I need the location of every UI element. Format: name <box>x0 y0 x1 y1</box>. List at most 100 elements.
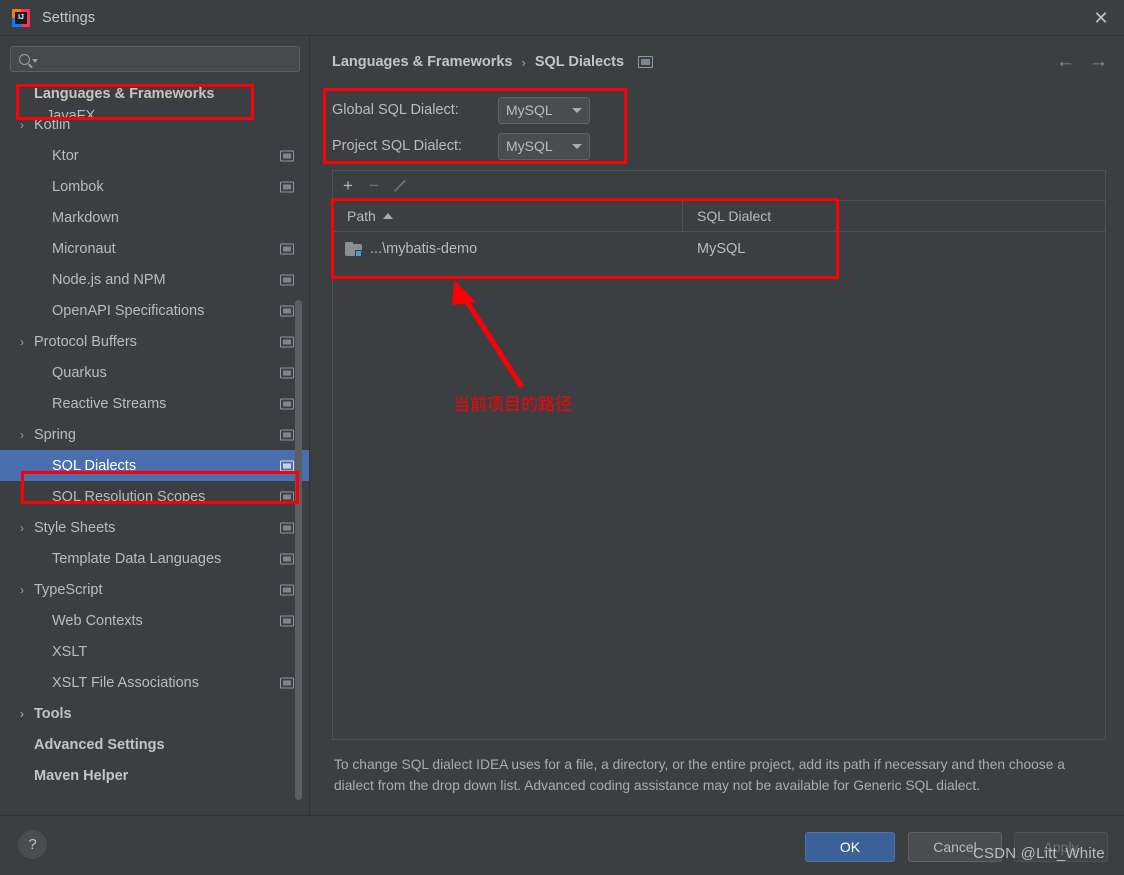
intellij-idea-icon: IJ <box>12 8 30 27</box>
settings-tree: Languages & Frameworks › Kotlin Ktor Lombok M… <box>0 78 310 791</box>
chevron-right-icon[interactable]: › <box>14 429 30 441</box>
cell-path-label: ...\mybatis-demo <box>370 241 478 257</box>
sidebar-item-tools[interactable]: › Tools <box>0 698 310 729</box>
breadcrumb-root[interactable]: Languages & Frameworks <box>332 54 513 70</box>
project-scope-badge-icon <box>280 367 294 378</box>
breadcrumb-current: SQL Dialects <box>534 54 625 70</box>
sidebar-item-label: SQL Resolution Scopes <box>52 488 206 505</box>
sidebar-item-maven-helper[interactable]: Maven Helper <box>0 760 310 791</box>
project-scope-badge-icon <box>280 553 294 564</box>
sidebar-item-protocol-buffers[interactable]: › Protocol Buffers <box>0 326 310 357</box>
sidebar-item-label: Ktor <box>52 147 79 164</box>
global-dialect-value: MySQL <box>506 102 553 118</box>
sidebar-item-ktor[interactable]: Ktor <box>0 140 310 171</box>
dialog-footer: ? OK Cancel Apply <box>0 815 1124 875</box>
sidebar-item-label: Protocol Buffers <box>34 333 137 350</box>
add-button[interactable]: + <box>343 177 353 194</box>
pencil-icon[interactable] <box>395 178 410 193</box>
project-scope-badge-icon <box>280 522 294 533</box>
sidebar-scrollbar[interactable] <box>295 300 302 800</box>
chevron-right-icon[interactable]: › <box>14 119 30 131</box>
sidebar-item-label: Spring <box>34 426 76 443</box>
sidebar-item-label: Web Contexts <box>52 612 143 629</box>
sidebar-item-label: Style Sheets <box>34 519 116 536</box>
sidebar-item-label: Advanced Settings <box>34 736 165 753</box>
dialect-settings: Global SQL Dialect: MySQL Project SQL Di… <box>332 92 590 164</box>
annotation-note: 当前项目的路径 <box>453 395 572 415</box>
project-scope-badge-icon <box>280 584 294 595</box>
project-dialect-dropdown[interactable]: MySQL <box>498 132 590 160</box>
project-scope-badge-icon <box>280 615 294 626</box>
global-dialect-label: Global SQL Dialect: <box>332 102 459 118</box>
sidebar-item-typescript[interactable]: › TypeScript <box>0 574 310 605</box>
settings-sidebar: Languages & Frameworks › Kotlin Ktor Lombok M… <box>0 36 310 815</box>
project-scope-badge-icon <box>280 336 294 347</box>
breadcrumb: Languages & Frameworks › SQL Dialects <box>332 54 654 70</box>
main-panel: Languages & Frameworks › SQL Dialects ← … <box>310 36 1124 815</box>
sidebar-item-label: OpenAPI Specifications <box>52 302 205 319</box>
help-button[interactable]: ? <box>18 830 47 859</box>
table-header: Path SQL Dialect <box>333 201 1105 232</box>
folder-icon <box>345 242 362 257</box>
chevron-right-icon[interactable]: › <box>14 708 30 720</box>
project-dialect-value: MySQL <box>506 138 553 154</box>
forward-arrow-icon[interactable]: → <box>1089 52 1108 71</box>
sort-ascending-icon <box>382 213 393 219</box>
window-title: Settings <box>42 9 96 26</box>
chevron-right-icon[interactable]: › <box>14 522 30 534</box>
sidebar-item-openapi-specifications[interactable]: OpenAPI Specifications <box>0 295 310 326</box>
table-row[interactable]: ...\mybatis-demo MySQL <box>333 232 1105 266</box>
sidebar-item-sql-resolution-scopes[interactable]: SQL Resolution Scopes <box>0 481 310 512</box>
sidebar-item-markdown[interactable]: Markdown <box>0 202 310 233</box>
sidebar-item-label: XSLT <box>52 643 88 660</box>
sidebar-item-xslt[interactable]: XSLT <box>0 636 310 667</box>
close-icon[interactable]: ✕ <box>1078 0 1124 36</box>
sidebar-item-node-js-and-npm[interactable]: Node.js and NPM <box>0 264 310 295</box>
sidebar-item-reactive-streams[interactable]: Reactive Streams <box>0 388 310 419</box>
project-scope-badge-icon <box>638 56 654 68</box>
sidebar-item-javafx[interactable]: JavaFX <box>46 100 95 131</box>
sidebar-item-micronaut[interactable]: Micronaut <box>0 233 310 264</box>
column-header-path-label: Path <box>347 208 376 224</box>
search-container <box>0 36 310 72</box>
search-icon <box>19 53 30 65</box>
search-box[interactable] <box>10 46 300 72</box>
sidebar-item-advanced-settings[interactable]: Advanced Settings <box>0 729 310 760</box>
sidebar-item-label: Template Data Languages <box>52 550 222 567</box>
global-dialect-row: Global SQL Dialect: MySQL <box>332 92 590 128</box>
sidebar-item-template-data-languages[interactable]: Template Data Languages <box>0 543 310 574</box>
remove-button[interactable]: − <box>369 177 379 194</box>
sidebar-item-sql-dialects[interactable]: SQL Dialects <box>0 450 310 481</box>
sidebar-item-xslt-file-associations[interactable]: XSLT File Associations <box>0 667 310 698</box>
global-dialect-dropdown[interactable]: MySQL <box>498 96 590 124</box>
chevron-down-icon <box>572 107 582 113</box>
breadcrumb-separator: › <box>521 54 526 70</box>
table-toolbar: + − <box>333 171 1105 201</box>
settings-dialog: IJ Settings ✕ Languages & Frameworks › Kot… <box>0 0 1124 875</box>
chevron-right-icon[interactable]: › <box>14 584 30 596</box>
sidebar-item-spring[interactable]: › Spring <box>0 419 310 450</box>
sidebar-item-lombok[interactable]: Lombok <box>0 171 310 202</box>
chevron-right-icon[interactable]: › <box>14 336 30 348</box>
sidebar-item-style-sheets[interactable]: › Style Sheets <box>0 512 310 543</box>
project-scope-badge-icon <box>280 398 294 409</box>
sidebar-item-quarkus[interactable]: Quarkus <box>0 357 310 388</box>
ok-button[interactable]: OK <box>805 832 895 862</box>
sidebar-item-label: Lombok <box>52 178 104 195</box>
project-scope-badge-icon <box>280 243 294 254</box>
column-header-path[interactable]: Path <box>333 201 683 231</box>
project-dialect-label: Project SQL Dialect: <box>332 138 463 154</box>
search-input[interactable] <box>38 51 299 67</box>
hint-text: To change SQL dialect IDEA uses for a fi… <box>334 757 1065 794</box>
sidebar-item-label: Reactive Streams <box>52 395 167 412</box>
back-arrow-icon[interactable]: ← <box>1056 52 1075 71</box>
chevron-down-icon <box>572 143 582 149</box>
watermark: CSDN @Litt_White <box>973 845 1105 862</box>
project-scope-badge-icon <box>280 429 294 440</box>
column-header-dialect[interactable]: SQL Dialect <box>683 208 771 224</box>
project-dialect-row: Project SQL Dialect: MySQL <box>332 128 590 164</box>
sidebar-item-web-contexts[interactable]: Web Contexts <box>0 605 310 636</box>
sidebar-item-label: Markdown <box>52 209 119 226</box>
sidebar-item-label: Node.js and NPM <box>52 271 166 288</box>
sidebar-item-label: XSLT File Associations <box>52 674 199 691</box>
